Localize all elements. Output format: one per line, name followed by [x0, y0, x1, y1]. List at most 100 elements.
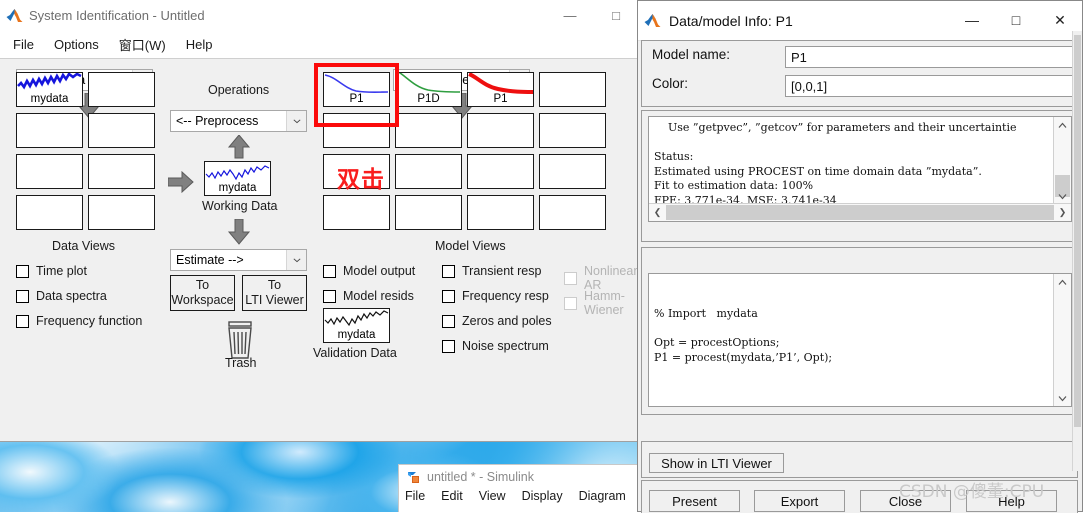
- dialog-window-buttons[interactable]: — □ ✕: [950, 1, 1082, 39]
- simulink-menu-file[interactable]: File: [405, 489, 425, 503]
- color-input[interactable]: [0,0,1]: [785, 75, 1076, 97]
- chevron-down-icon[interactable]: [1054, 188, 1071, 204]
- help-label: Help: [998, 493, 1025, 509]
- data-cell-1[interactable]: [88, 72, 155, 107]
- checkbox-box[interactable]: [16, 289, 29, 303]
- chevron-right-icon[interactable]: ❯: [1054, 207, 1071, 218]
- to-lti-viewer-button[interactable]: To LTI Viewer: [242, 275, 307, 311]
- chevron-left-icon[interactable]: ❮: [649, 207, 666, 218]
- model-cell-10[interactable]: [467, 154, 534, 189]
- preprocess-combo[interactable]: <-- Preprocess: [170, 110, 307, 132]
- model-info-textarea[interactable]: Use ”getpvec”, ”getcov” for parameters a…: [648, 116, 1072, 222]
- model-cell-6[interactable]: [467, 113, 534, 148]
- checkbox-label: Frequency function: [36, 314, 143, 328]
- diary-textarea[interactable]: % Import mydata Opt = procestOptions; P1…: [648, 273, 1072, 407]
- data-cell-5[interactable]: [88, 154, 155, 189]
- model-cell-11[interactable]: [539, 154, 606, 189]
- data-cell-2[interactable]: [16, 113, 83, 148]
- model-cell-15[interactable]: [539, 195, 606, 230]
- checkbox-model-resids[interactable]: Model resids: [323, 289, 414, 303]
- working-data-name: mydata: [218, 182, 257, 194]
- data-cell-7[interactable]: [88, 195, 155, 230]
- estimate-combo[interactable]: Estimate -->: [170, 249, 307, 271]
- model-cell-14[interactable]: [467, 195, 534, 230]
- present-label: Present: [672, 493, 717, 509]
- up-arrow-icon: [227, 134, 251, 161]
- checkbox-zeros-and-poles[interactable]: Zeros and poles: [442, 314, 552, 328]
- dialog-minimize-button[interactable]: —: [950, 1, 994, 39]
- model-cell-0[interactable]: P1: [323, 72, 390, 107]
- dialog-outer-scrollbar[interactable]: [1072, 31, 1082, 471]
- main-maximize-button[interactable]: □: [593, 0, 639, 30]
- chevron-down-icon[interactable]: [286, 111, 306, 131]
- main-minimize-button[interactable]: —: [547, 0, 593, 30]
- to-workspace-button[interactable]: To Workspace: [170, 275, 235, 311]
- checkbox-box[interactable]: [442, 314, 455, 328]
- checkbox-box[interactable]: [442, 264, 455, 278]
- info-hscroll-thumb[interactable]: [666, 205, 1054, 220]
- model-cell-3[interactable]: [539, 72, 606, 107]
- simulink-menubar[interactable]: File Edit View Display Diagram: [399, 489, 641, 503]
- data-cell-6[interactable]: [16, 195, 83, 230]
- model-cell-13[interactable]: [395, 195, 462, 230]
- checkbox-data-spectra[interactable]: Data spectra: [16, 289, 107, 303]
- data-views-label: Data Views: [52, 239, 115, 253]
- show-in-lti-viewer-button[interactable]: Show in LTI Viewer: [649, 453, 784, 473]
- data-cell-4[interactable]: [16, 154, 83, 189]
- dialog-maximize-button[interactable]: □: [994, 1, 1038, 39]
- checkbox-time-plot[interactable]: Time plot: [16, 264, 87, 278]
- checkbox-box[interactable]: [323, 264, 336, 278]
- diary-vertical-scrollbar[interactable]: [1053, 274, 1071, 406]
- model-cell-4[interactable]: [323, 113, 390, 148]
- simulink-window[interactable]: untitled * - Simulink File Edit View Dis…: [398, 464, 642, 512]
- checkbox-box[interactable]: [16, 264, 29, 278]
- menu-window[interactable]: 窗口(W): [110, 31, 175, 58]
- checkbox-label: Time plot: [36, 264, 87, 278]
- checkbox-noise-spectrum[interactable]: Noise spectrum: [442, 339, 549, 353]
- menu-options[interactable]: Options: [45, 33, 108, 56]
- model-cell-1[interactable]: P1D: [395, 72, 462, 107]
- checkbox-box[interactable]: [323, 289, 336, 303]
- model-cell-2[interactable]: P1: [467, 72, 534, 107]
- export-button[interactable]: Export: [754, 490, 845, 512]
- checkbox-label: Noise spectrum: [462, 339, 549, 353]
- system-identification-window[interactable]: System Identification - Untitled — □ Fil…: [0, 0, 640, 442]
- checkbox-label: Nonlinear AR: [584, 264, 638, 292]
- chevron-down-icon[interactable]: [1054, 390, 1071, 406]
- validation-data-cell[interactable]: mydata: [323, 308, 390, 343]
- close-button[interactable]: Close: [860, 490, 951, 512]
- simulink-menu-edit[interactable]: Edit: [441, 489, 463, 503]
- checkbox-box[interactable]: [16, 314, 29, 328]
- dialog-outer-scroll-thumb[interactable]: [1074, 35, 1081, 427]
- checkbox-box[interactable]: [442, 289, 455, 303]
- simulink-menu-view[interactable]: View: [479, 489, 506, 503]
- simulink-menu-display[interactable]: Display: [522, 489, 563, 503]
- chevron-up-icon[interactable]: [1054, 117, 1071, 133]
- model-cell-9[interactable]: [395, 154, 462, 189]
- working-data-cell[interactable]: mydata: [204, 161, 271, 196]
- menu-file[interactable]: File: [4, 33, 43, 56]
- checkbox-frequency-resp[interactable]: Frequency resp: [442, 289, 549, 303]
- model-cell-5[interactable]: [395, 113, 462, 148]
- validation-data-caption: Validation Data: [313, 346, 397, 360]
- checkbox-model-output[interactable]: Model output: [323, 264, 415, 278]
- info-horizontal-scrollbar[interactable]: ❮ ❯: [649, 203, 1071, 221]
- model-cell-2-label: P1: [493, 93, 508, 105]
- checkbox-frequency-function[interactable]: Frequency function: [16, 314, 142, 328]
- main-menubar[interactable]: File Options 窗口(W) Help: [0, 30, 639, 59]
- data-cell-3[interactable]: [88, 113, 155, 148]
- simulink-menu-diagram[interactable]: Diagram: [579, 489, 626, 503]
- main-window-buttons[interactable]: — □: [547, 0, 639, 30]
- chevron-down-icon[interactable]: [286, 250, 306, 270]
- checkbox-box[interactable]: [442, 339, 455, 353]
- data-model-info-dialog[interactable]: Data/model Info: P1 — □ ✕ Model name: P1…: [637, 0, 1083, 513]
- menu-help[interactable]: Help: [177, 33, 222, 56]
- model-name-input[interactable]: P1: [785, 46, 1076, 68]
- checkbox-transient-resp[interactable]: Transient resp: [442, 264, 541, 278]
- data-cell-0[interactable]: mydata: [16, 72, 83, 107]
- model-cell-7[interactable]: [539, 113, 606, 148]
- help-button[interactable]: Help: [966, 490, 1057, 512]
- present-button[interactable]: Present: [649, 490, 740, 512]
- model-cell-12[interactable]: [323, 195, 390, 230]
- chevron-up-icon[interactable]: [1054, 274, 1071, 290]
